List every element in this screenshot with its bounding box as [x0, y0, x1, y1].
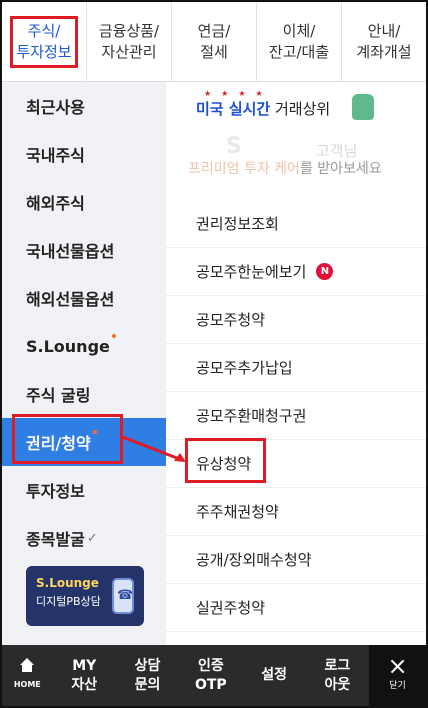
menu-item-label: 실권주청약	[196, 599, 266, 617]
menu-item-ipo-subscription[interactable]: 공모주청약	[166, 296, 426, 344]
tab-label: 연금/ 절세	[197, 21, 231, 61]
top-tabs: 주식/ 투자정보 금융상품/ 자산관리 연금/ 절세 이체/ 잔고/대출 안내/…	[2, 2, 426, 82]
close-icon: ×	[387, 652, 408, 680]
sidebar-item-stock-discovery[interactable]: 종목발굴 ✓	[2, 514, 166, 562]
auth-otp-button[interactable]: 인증 OTP	[179, 645, 242, 706]
promo-subtitle: 프리미엄 투자 케어를 받아보세요	[188, 158, 382, 178]
statue-of-liberty-icon	[352, 94, 374, 120]
my-assets-button[interactable]: MY 자산	[53, 645, 116, 706]
highlight-box-rights-offering	[185, 438, 266, 483]
sidebar-item-investment-info[interactable]: 투자정보	[2, 466, 166, 514]
connector-arrow	[120, 436, 186, 462]
phone-icon	[112, 578, 134, 614]
promo-highlight: 미국 실시간	[196, 100, 271, 118]
tab-label: 이체/ 잔고/대출	[268, 21, 330, 61]
us-realtime-top-banner: ★★★★ 미국 실시간 거래상위	[196, 89, 331, 119]
menu-item-shareholder-bond[interactable]: 주주채권청약	[166, 488, 426, 536]
consultation-button[interactable]: 상담 문의	[116, 645, 179, 706]
sidebar-item-stock-guling[interactable]: 주식 굴링	[2, 370, 166, 418]
consultation-label: 상담 문의	[134, 657, 161, 693]
highlight-box-rights	[12, 414, 123, 464]
bottom-toolbar: HOME MY 자산 상담 문의 인증 OTP 설정 로그 아웃 × 닫기	[2, 645, 426, 706]
menu-item-forfeited-shares[interactable]: 실권주청약	[166, 584, 426, 632]
logout-button[interactable]: 로그 아웃	[306, 645, 369, 706]
sidebar-item-domestic-futures[interactable]: 국내선물옵션	[2, 226, 166, 274]
sidebar-item-label: 최근사용	[26, 98, 85, 117]
promo-subtitle-highlight: 프리미엄 투자 케어	[188, 161, 300, 177]
submenu-panel: ★★★★ 미국 실시간 거래상위 S 고객님 프리미엄 투자 케어를 받아보세요…	[166, 82, 426, 645]
tab-financial-products[interactable]: 금융상품/ 자산관리	[87, 2, 172, 81]
menu-item-label: 공모주환매청구권	[196, 407, 307, 425]
sidebar-item-label: 투자정보	[26, 482, 85, 501]
stars-icon: ★★★★	[204, 89, 273, 98]
my-assets-label: MY 자산	[71, 657, 98, 693]
faded-logo: S	[226, 134, 242, 159]
menu-item-ipo-putback-option[interactable]: 공모주환매청구권	[166, 392, 426, 440]
promo-rank-text: 거래상위	[270, 100, 331, 118]
tab-label: 금융상품/ 자산관리	[98, 21, 160, 61]
auth-otp-label: 인증 OTP	[194, 657, 227, 693]
sidebar-item-overseas-futures[interactable]: 해외선물옵션	[2, 274, 166, 322]
sidebar-item-label: 해외선물옵션	[26, 290, 115, 309]
sidebar-item-label: 주식 굴링	[26, 386, 91, 405]
menu-item-label: 공개/장외매수청약	[196, 551, 312, 569]
home-icon	[19, 657, 35, 672]
new-badge: N	[316, 263, 334, 280]
sidebar-item-label: 국내주식	[26, 146, 85, 165]
home-label: HOME	[13, 679, 41, 689]
menu-item-label: 공모주추가납입	[196, 359, 293, 377]
promo-subtitle-rest: 를 받아보세요	[299, 161, 382, 177]
sidebar-item-label: S.Lounge	[26, 336, 110, 356]
tab-pension-tax[interactable]: 연금/ 절세	[172, 2, 257, 81]
logout-label: 로그 아웃	[324, 657, 351, 693]
sidebar-item-recent[interactable]: 최근사용	[2, 82, 166, 130]
close-label: 닫기	[389, 681, 406, 691]
tab-label: 주식/ 투자정보	[10, 15, 78, 68]
menu-item-label: 공모주한눈에보기	[196, 263, 307, 281]
menu-item-ipo-overview[interactable]: 공모주한눈에보기 N	[166, 248, 426, 296]
sidebar-item-slounge[interactable]: S.Lounge	[2, 322, 166, 370]
promo-area[interactable]: ★★★★ 미국 실시간 거래상위 S 고객님 프리미엄 투자 케어를 받아보세요	[166, 82, 426, 178]
sidebar-item-overseas-stock[interactable]: 해외주식	[2, 178, 166, 226]
menu-item-ipo-additional-payment[interactable]: 공모주추가납입	[166, 344, 426, 392]
check-icon: ✓	[86, 530, 98, 546]
settings-button[interactable]: 설정	[242, 645, 305, 706]
settings-label: 설정	[261, 667, 287, 683]
sidebar-item-label: 해외주식	[26, 194, 85, 213]
close-button[interactable]: × 닫기	[369, 645, 426, 706]
tab-transfer-balance-loan[interactable]: 이체/ 잔고/대출	[257, 2, 342, 81]
menu-item-rights-info[interactable]: 권리정보조회	[166, 200, 426, 248]
sidebar-item-domestic-stock[interactable]: 국내주식	[2, 130, 166, 178]
menu-item-public-otc-tender[interactable]: 공개/장외매수청약	[166, 536, 426, 584]
sidebar-item-label: 종목발굴	[26, 530, 85, 549]
tab-stock-investment-info[interactable]: 주식/ 투자정보	[2, 2, 87, 81]
tab-guide-account-open[interactable]: 안내/ 계좌개설	[342, 2, 426, 81]
digital-pb-banner[interactable]: S.Lounge 디지털PB상담	[26, 566, 144, 626]
tab-label: 안내/ 계좌개설	[356, 21, 412, 61]
sidebar-item-label: 국내선물옵션	[26, 242, 115, 261]
home-button[interactable]: HOME	[2, 645, 53, 706]
menu-item-label: 권리정보조회	[196, 215, 279, 233]
menu-item-label: 주주채권청약	[196, 503, 279, 521]
sidebar: 최근사용 국내주식 해외주식 국내선물옵션 해외선물옵션 S.Lounge 주식…	[2, 82, 166, 645]
new-dot-icon	[111, 334, 116, 338]
menu-item-label: 공모주청약	[196, 311, 266, 329]
